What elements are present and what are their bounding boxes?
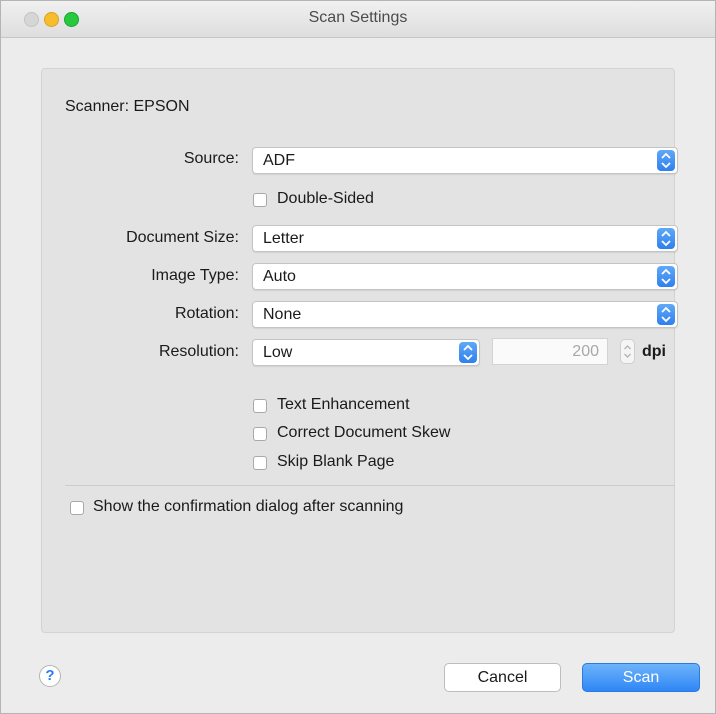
dpi-input[interactable]: 200 [492, 338, 608, 365]
cancel-button[interactable]: Cancel [444, 663, 561, 692]
text-enhancement-label: Text Enhancement [277, 396, 410, 413]
chevron-updown-icon [657, 228, 675, 249]
dpi-value: 200 [572, 343, 599, 360]
rotation-label: Rotation: [174, 305, 239, 322]
text-enhancement-checkbox[interactable] [253, 399, 267, 413]
source-label: Source: [183, 150, 239, 167]
resolution-value: Low [263, 344, 293, 361]
scan-settings-window: Scan Settings Scanner: EPSON Source: ADF… [0, 0, 716, 714]
chevron-updown-icon [657, 266, 675, 287]
dpi-stepper[interactable] [620, 339, 635, 364]
rotation-value: None [263, 306, 302, 323]
skip-blank-label: Skip Blank Page [277, 453, 395, 470]
image-type-label: Image Type: [151, 267, 239, 284]
image-type-value: Auto [263, 268, 296, 285]
scan-button[interactable]: Scan [582, 663, 700, 692]
resolution-select[interactable]: Low [252, 339, 480, 366]
skip-blank-checkbox[interactable] [253, 456, 267, 470]
correct-skew-label: Correct Document Skew [277, 424, 451, 441]
document-size-value: Letter [263, 230, 304, 247]
correct-skew-checkbox[interactable] [253, 427, 267, 441]
title-bar: Scan Settings [1, 1, 715, 38]
rotation-select[interactable]: None [252, 301, 678, 328]
resolution-label: Resolution: [158, 343, 239, 360]
document-size-label: Document Size: [126, 229, 239, 246]
image-type-select[interactable]: Auto [252, 263, 678, 290]
double-sided-label: Double-Sided [277, 190, 374, 207]
chevron-updown-icon [459, 342, 477, 363]
window-title: Scan Settings [308, 9, 408, 26]
source-value: ADF [263, 152, 295, 169]
divider [65, 485, 675, 486]
scanner-label: Scanner: EPSON [65, 98, 190, 115]
source-select[interactable]: ADF [252, 147, 678, 174]
document-size-select[interactable]: Letter [252, 225, 678, 252]
help-button[interactable]: ? [39, 665, 61, 687]
chevron-updown-icon [657, 150, 675, 171]
chevron-updown-icon [624, 345, 631, 358]
dpi-unit-label: dpi [642, 343, 666, 360]
confirmation-checkbox[interactable] [70, 501, 84, 515]
confirmation-label: Show the confirmation dialog after scann… [93, 498, 404, 515]
chevron-updown-icon [657, 304, 675, 325]
double-sided-checkbox[interactable] [253, 193, 267, 207]
